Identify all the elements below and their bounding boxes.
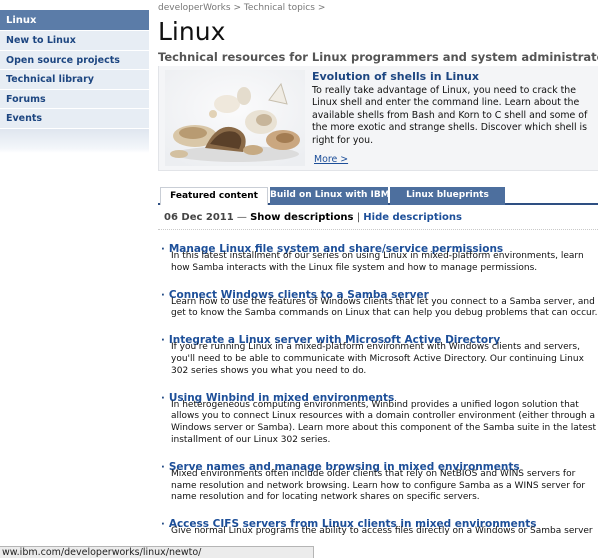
list-item: · Integrate a Linux server with Microsoft… xyxy=(161,328,598,377)
hide-descriptions-toggle[interactable]: Hide descriptions xyxy=(363,212,462,223)
list-item: · Access CIFS servers from Linux clients … xyxy=(161,512,598,538)
nav-item-events[interactable]: Events xyxy=(0,109,149,129)
list-item: · Manage Linux file system and share/serv… xyxy=(161,237,598,275)
nav-item-forums[interactable]: Forums xyxy=(0,89,149,109)
show-descriptions-toggle[interactable]: Show descriptions xyxy=(250,212,353,223)
tab-linux-blueprints[interactable]: Linux blueprints xyxy=(390,187,505,205)
browser-status-bar: ww.ibm.com/developerworks/linux/newto/ xyxy=(0,546,314,558)
article-description: Give normal Linux programs the ability t… xyxy=(171,526,593,537)
main-content: developerWorks > Technical topics > Linu… xyxy=(158,0,598,536)
feature-more-link[interactable]: More > xyxy=(314,154,348,165)
tab-build-on-linux-with-ibm[interactable]: Build on Linux with IBM xyxy=(270,187,390,205)
content-tabs: Featured content Build on Linux with IBM… xyxy=(158,187,598,205)
list-item: · Serve names and manage browsing in mixe… xyxy=(161,455,598,504)
page-subtitle: Technical resources for Linux programmer… xyxy=(158,50,598,64)
feature-title[interactable]: Evolution of shells in Linux xyxy=(312,70,598,83)
nav-footer-gradient xyxy=(0,128,149,153)
bullet-icon: · xyxy=(161,392,165,404)
nav-header[interactable]: Linux xyxy=(0,10,149,31)
breadcrumb: developerWorks > Technical topics > xyxy=(158,3,598,15)
toggle-separator: | xyxy=(356,212,361,223)
article-description: In this latest installment of our series… xyxy=(171,251,584,273)
article-description: Learn how to use the features of Windows… xyxy=(171,296,598,319)
left-navigation: Linux New to Linux Open source projects … xyxy=(0,10,149,153)
tab-featured-content[interactable]: Featured content xyxy=(160,187,268,205)
featured-date: 06 Dec 2011 xyxy=(164,212,234,223)
article-description: Mixed environments often include older c… xyxy=(171,468,586,503)
divider xyxy=(158,229,598,230)
feature-description: To really take advantage of Linux, you n… xyxy=(312,85,588,146)
bullet-icon: · xyxy=(161,289,165,301)
breadcrumb-developerworks[interactable]: developerWorks xyxy=(158,3,231,13)
date-dash: — xyxy=(236,212,247,223)
page-title: Linux xyxy=(158,17,226,46)
bullet-icon: · xyxy=(161,519,165,531)
breadcrumb-separator: > xyxy=(317,3,326,13)
date-line: 06 Dec 2011 — Show descriptions | Hide d… xyxy=(164,212,462,223)
breadcrumb-separator: > xyxy=(233,3,241,13)
article-description: If you're running Linux in a mixed-platf… xyxy=(171,342,584,376)
article-list: · Manage Linux file system and share/serv… xyxy=(161,237,598,546)
breadcrumb-technical-topics[interactable]: Technical topics xyxy=(244,3,315,13)
nav-item-new-to-linux[interactable]: New to Linux xyxy=(0,31,149,51)
nav-item-technical-library[interactable]: Technical library xyxy=(0,70,149,90)
seashells-image xyxy=(165,70,305,166)
nav-item-open-source-projects[interactable]: Open source projects xyxy=(0,50,149,70)
bullet-icon: · xyxy=(161,244,165,255)
bullet-icon: · xyxy=(161,335,165,347)
feature-box: Evolution of shells in Linux To really t… xyxy=(158,66,598,171)
list-item: · Using Winbind in mixed environments In … xyxy=(161,386,598,447)
list-item: · Connect Windows clients to a Samba serv… xyxy=(161,283,598,321)
bullet-icon: · xyxy=(161,461,165,473)
article-description: In heterogeneous computing environments,… xyxy=(171,399,597,445)
